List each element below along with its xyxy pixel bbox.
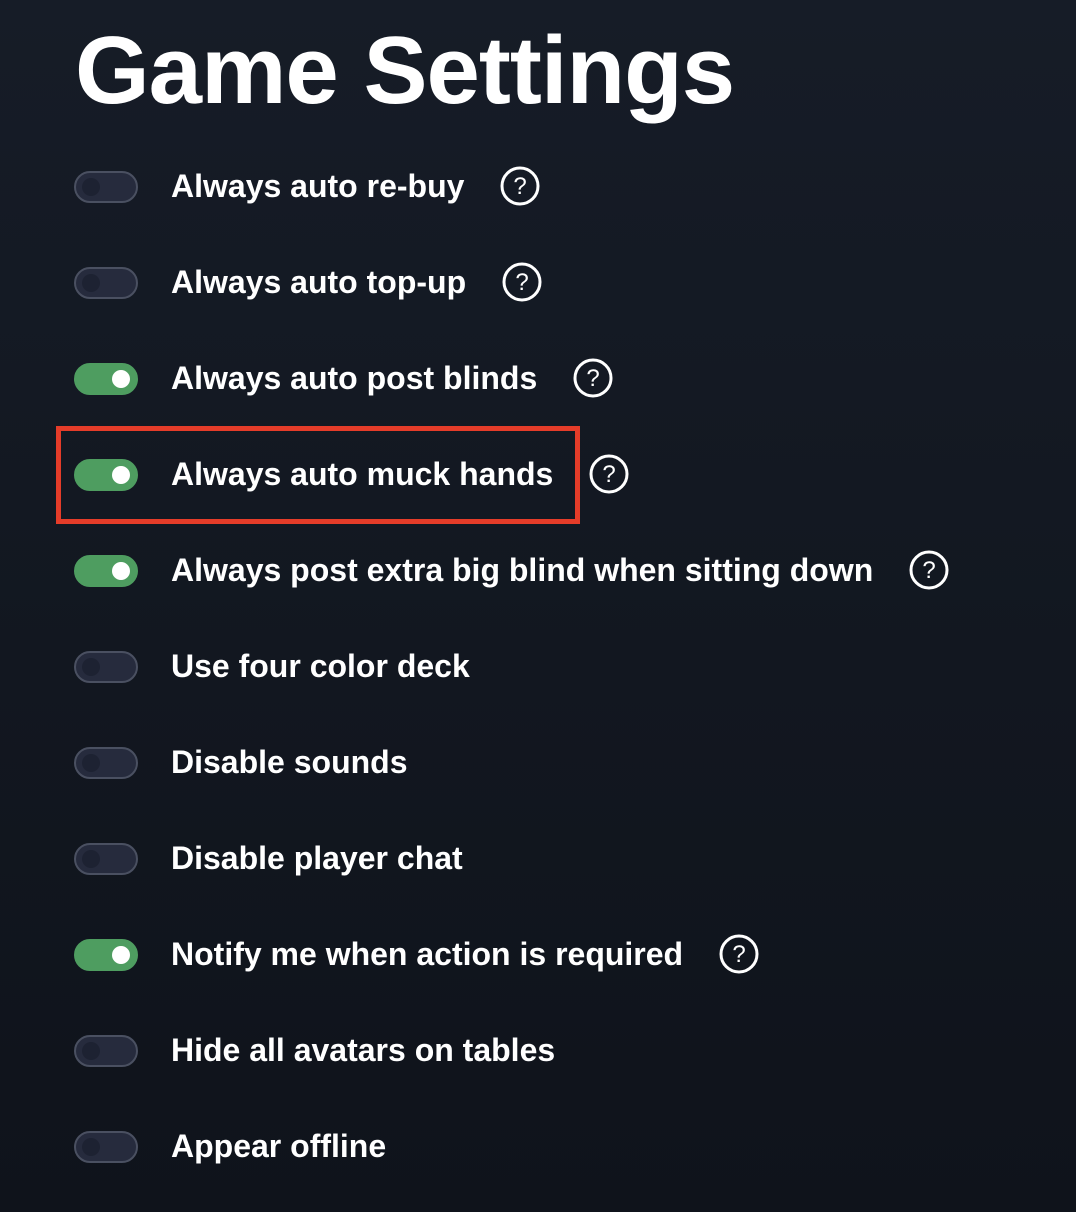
toggle-knob [82, 658, 100, 676]
svg-text:?: ? [587, 365, 600, 392]
toggle-knob [82, 1042, 100, 1060]
help-icon[interactable]: ? [500, 166, 540, 206]
setting-row-disable-sounds: Disable sounds [0, 714, 1076, 810]
help-icon[interactable]: ? [589, 454, 629, 494]
four-color-deck-label: Use four color deck [171, 648, 470, 684]
auto-muck-hands-label: Always auto muck hands [171, 456, 554, 492]
toggle-knob [112, 946, 130, 964]
svg-text:?: ? [514, 173, 527, 200]
toggle-knob [82, 274, 100, 292]
setting-row-auto-rebuy: Always auto re-buy ? [0, 138, 1076, 234]
svg-text:?: ? [732, 941, 745, 968]
toggle-knob [82, 1138, 100, 1156]
help-icon[interactable]: ? [719, 934, 759, 974]
auto-topup-label: Always auto top-up [171, 264, 467, 300]
disable-player-chat-label: Disable player chat [171, 840, 463, 876]
notify-action-label: Notify me when action is required [171, 936, 684, 972]
setting-row-four-color-deck: Use four color deck [0, 618, 1076, 714]
help-icon[interactable]: ? [573, 358, 613, 398]
toggle-knob [82, 850, 100, 868]
page-title: Game Settings [75, 17, 735, 124]
appear-offline-label: Appear offline [171, 1128, 387, 1164]
four-color-deck-toggle[interactable] [74, 651, 138, 683]
setting-row-extra-big-blind: Always post extra big blind when sitting… [0, 522, 1076, 618]
setting-row-auto-topup: Always auto top-up ? [0, 234, 1076, 330]
setting-row-hide-avatars: Hide all avatars on tables [0, 1002, 1076, 1098]
setting-row-notify-action: Notify me when action is required ? [0, 906, 1076, 1002]
auto-post-blinds-label: Always auto post blinds [171, 360, 538, 396]
auto-muck-hands-toggle[interactable] [74, 459, 138, 491]
setting-row-auto-muck-hands: Always auto muck hands ? [0, 426, 1076, 522]
help-icon[interactable]: ? [502, 262, 542, 302]
svg-text:?: ? [923, 557, 936, 584]
toggle-knob [112, 466, 130, 484]
hide-avatars-label: Hide all avatars on tables [171, 1032, 556, 1068]
auto-post-blinds-toggle[interactable] [74, 363, 138, 395]
setting-row-auto-post-blinds: Always auto post blinds ? [0, 330, 1076, 426]
disable-player-chat-toggle[interactable] [74, 843, 138, 875]
disable-sounds-toggle[interactable] [74, 747, 138, 779]
toggle-knob [82, 178, 100, 196]
toggle-knob [112, 370, 130, 388]
notify-action-toggle[interactable] [74, 939, 138, 971]
appear-offline-toggle[interactable] [74, 1131, 138, 1163]
extra-big-blind-label: Always post extra big blind when sitting… [171, 552, 874, 588]
auto-topup-toggle[interactable] [74, 267, 138, 299]
help-icon[interactable]: ? [909, 550, 949, 590]
auto-rebuy-label: Always auto re-buy [171, 168, 465, 204]
extra-big-blind-toggle[interactable] [74, 555, 138, 587]
svg-text:?: ? [603, 461, 616, 488]
svg-text:?: ? [515, 269, 528, 296]
disable-sounds-label: Disable sounds [171, 744, 408, 780]
hide-avatars-toggle[interactable] [74, 1035, 138, 1067]
auto-rebuy-toggle[interactable] [74, 171, 138, 203]
toggle-knob [82, 754, 100, 772]
setting-row-appear-offline: Appear offline [0, 1098, 1076, 1194]
toggle-knob [112, 562, 130, 580]
setting-row-disable-player-chat: Disable player chat [0, 810, 1076, 906]
